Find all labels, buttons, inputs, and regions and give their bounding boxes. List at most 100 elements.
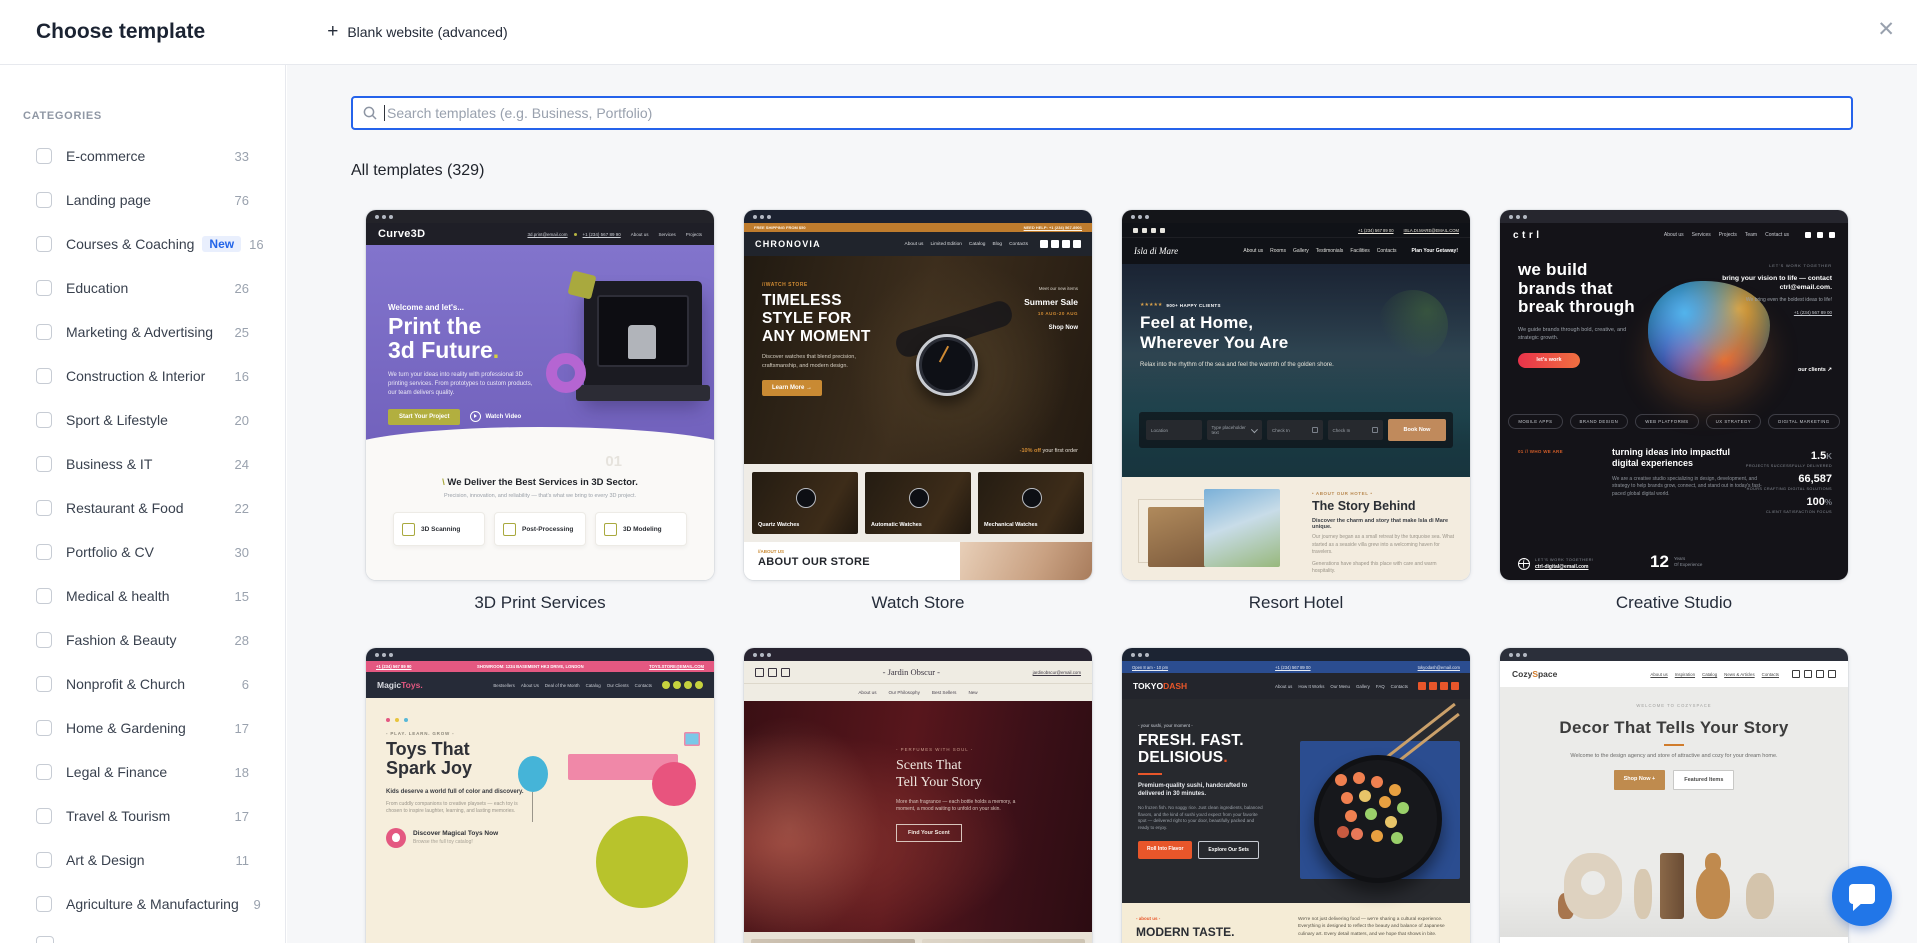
play-icon (470, 411, 481, 422)
plus-icon: + (327, 22, 338, 41)
checkbox[interactable] (36, 456, 52, 472)
template-card-magictoys[interactable]: +1 (234) 567 89 90 SHOWROOM: 1234 BASEME… (366, 648, 714, 943)
dot-icon (574, 233, 577, 236)
checkbox[interactable] (36, 280, 52, 296)
checkbox[interactable] (36, 632, 52, 648)
category-art-design[interactable]: Art & Design11 (0, 838, 285, 882)
templates-main: All templates (329) Curve3D 3d.print@ema… (287, 64, 1917, 943)
checkbox[interactable] (36, 764, 52, 780)
type-field: Type placeholder text (1207, 420, 1263, 440)
category-ecommerce[interactable]: E-commerce33 (0, 134, 285, 178)
start-project-button: Start Your Project (388, 409, 460, 425)
watch-category-tile: Mechanical Watches (978, 472, 1084, 534)
social-icons (662, 681, 703, 689)
social-icons (1805, 232, 1835, 238)
wood-cylinder (1660, 853, 1684, 919)
facebook-icon (1805, 232, 1811, 238)
sushi-platter-illustration (1314, 755, 1442, 883)
youtube-icon (1160, 228, 1165, 233)
template-card-jardin-obscur[interactable]: - Jardin Obscur - jardinobscur@email.com… (744, 648, 1092, 943)
category-fashion-beauty[interactable]: Fashion & Beauty28 (0, 618, 285, 662)
vase-gourd (1696, 867, 1730, 919)
social-icons (1040, 240, 1081, 248)
booking-bar: Location Type placeholder text Check In … (1139, 412, 1453, 448)
lets-work-button: let's work (1518, 353, 1580, 368)
category-travel-tourism[interactable]: Travel & Tourism17 (0, 794, 285, 838)
template-card-3d-print-services[interactable]: Curve3D 3d.print@email.com +1 (234) 567 … (366, 210, 714, 613)
checkbox[interactable] (36, 236, 52, 252)
category-count: 16 (235, 369, 249, 384)
category-portfolio-cv[interactable]: Portfolio & CV30 (0, 530, 285, 574)
watch-illustration (916, 334, 978, 396)
checkbox[interactable] (36, 588, 52, 604)
category-agriculture-manufacturing[interactable]: Agriculture & Manufacturing9 (0, 882, 285, 926)
category-construction-interior[interactable]: Construction & Interior16 (0, 354, 285, 398)
checkout-field: Check In (1328, 420, 1384, 440)
instagram-icon (768, 668, 777, 677)
checkbox[interactable] (36, 148, 52, 164)
checkbox[interactable] (36, 720, 52, 736)
category-count: 33 (235, 149, 249, 164)
category-count: 17 (235, 809, 249, 824)
facebook-icon (755, 668, 764, 677)
facebook-icon (1040, 240, 1048, 248)
checkbox[interactable] (36, 324, 52, 340)
feature-icon (402, 523, 415, 536)
checkbox[interactable] (36, 412, 52, 428)
food-photo (1204, 489, 1280, 567)
chat-widget-button[interactable] (1832, 866, 1892, 926)
category-restaurant-food[interactable]: Restaurant & Food22 (0, 486, 285, 530)
category-business-it[interactable]: Business & IT24 (0, 442, 285, 486)
category-education[interactable]: Education26 (0, 266, 285, 310)
checkbox[interactable] (36, 544, 52, 560)
category-count: 76 (235, 193, 249, 208)
checkbox[interactable] (36, 808, 52, 824)
category-marketing-advertising[interactable]: Marketing & Advertising25 (0, 310, 285, 354)
category-medical-health[interactable]: Medical & health15 (0, 574, 285, 618)
checkbox[interactable] (36, 192, 52, 208)
checkbox[interactable] (36, 852, 52, 868)
globe-icon (1518, 558, 1530, 570)
checkbox[interactable] (36, 500, 52, 516)
checkbox[interactable] (36, 676, 52, 692)
category-count: 16 (249, 237, 263, 252)
shop-now-button: Shop Now + (1614, 770, 1666, 790)
search-input[interactable] (387, 105, 1841, 121)
template-search[interactable] (351, 96, 1853, 130)
instagram-icon (673, 681, 681, 689)
watch-category-tile: Automatic Watches (865, 472, 971, 534)
model-photo (960, 542, 1092, 580)
category-count: 25 (235, 325, 249, 340)
template-card-cozyspace[interactable]: CozySpace About usInspiration CatalogNew… (1500, 648, 1848, 943)
category-legal-finance[interactable]: Legal & Finance18 (0, 750, 285, 794)
find-scent-button: Find Your Scent (896, 824, 962, 842)
template-card-tokyodash[interactable]: Open 8 am - 10 pm +1 (234) 567 89 00 tok… (1122, 648, 1470, 943)
blank-website-button[interactable]: + Blank website (advanced) (327, 24, 507, 41)
youtube-icon (1817, 232, 1823, 238)
palm-foliage (1378, 290, 1448, 360)
model-silhouette (744, 701, 894, 932)
close-icon[interactable]: ✕ (1877, 19, 1895, 40)
feature-icon (503, 523, 516, 536)
instagram-icon (1429, 682, 1437, 690)
category-home-gardening[interactable]: Home & Gardening17 (0, 706, 285, 750)
checkbox[interactable] (36, 896, 52, 912)
blank-website-label: Blank website (advanced) (347, 24, 507, 40)
category-landing-page[interactable]: Landing page76 (0, 178, 285, 222)
template-preview: +1 (234) 567 89 00ISLA.DI.MARE@EMAIL.COM… (1122, 210, 1470, 580)
checkbox[interactable] (36, 368, 52, 384)
results-heading: All templates (329) (351, 162, 484, 180)
template-card-watch-store[interactable]: FREE SHIPPING FROM $50NEED HELP: +1 (234… (744, 210, 1092, 613)
instagram-icon (1804, 670, 1812, 678)
template-card-creative-studio[interactable]: ctrl About usServices ProjectsTeam Conta… (1500, 210, 1848, 613)
template-card-resort-hotel[interactable]: +1 (234) 567 89 00ISLA.DI.MARE@EMAIL.COM… (1122, 210, 1470, 613)
vase-wavy (1634, 869, 1652, 919)
categories-sidebar: CATEGORIES E-commerce33 Landing page76 C… (0, 64, 286, 943)
browser-bar (1500, 648, 1848, 661)
category-sport-lifestyle[interactable]: Sport & Lifestyle20 (0, 398, 285, 442)
category-courses-coaching[interactable]: Courses & CoachingNew16 (0, 222, 285, 266)
category-nonprofit-church[interactable]: Nonprofit & Church6 (0, 662, 285, 706)
youtube-icon (1062, 240, 1070, 248)
category-count: 26 (235, 281, 249, 296)
template-preview: Curve3D 3d.print@email.com +1 (234) 567 … (366, 210, 714, 580)
